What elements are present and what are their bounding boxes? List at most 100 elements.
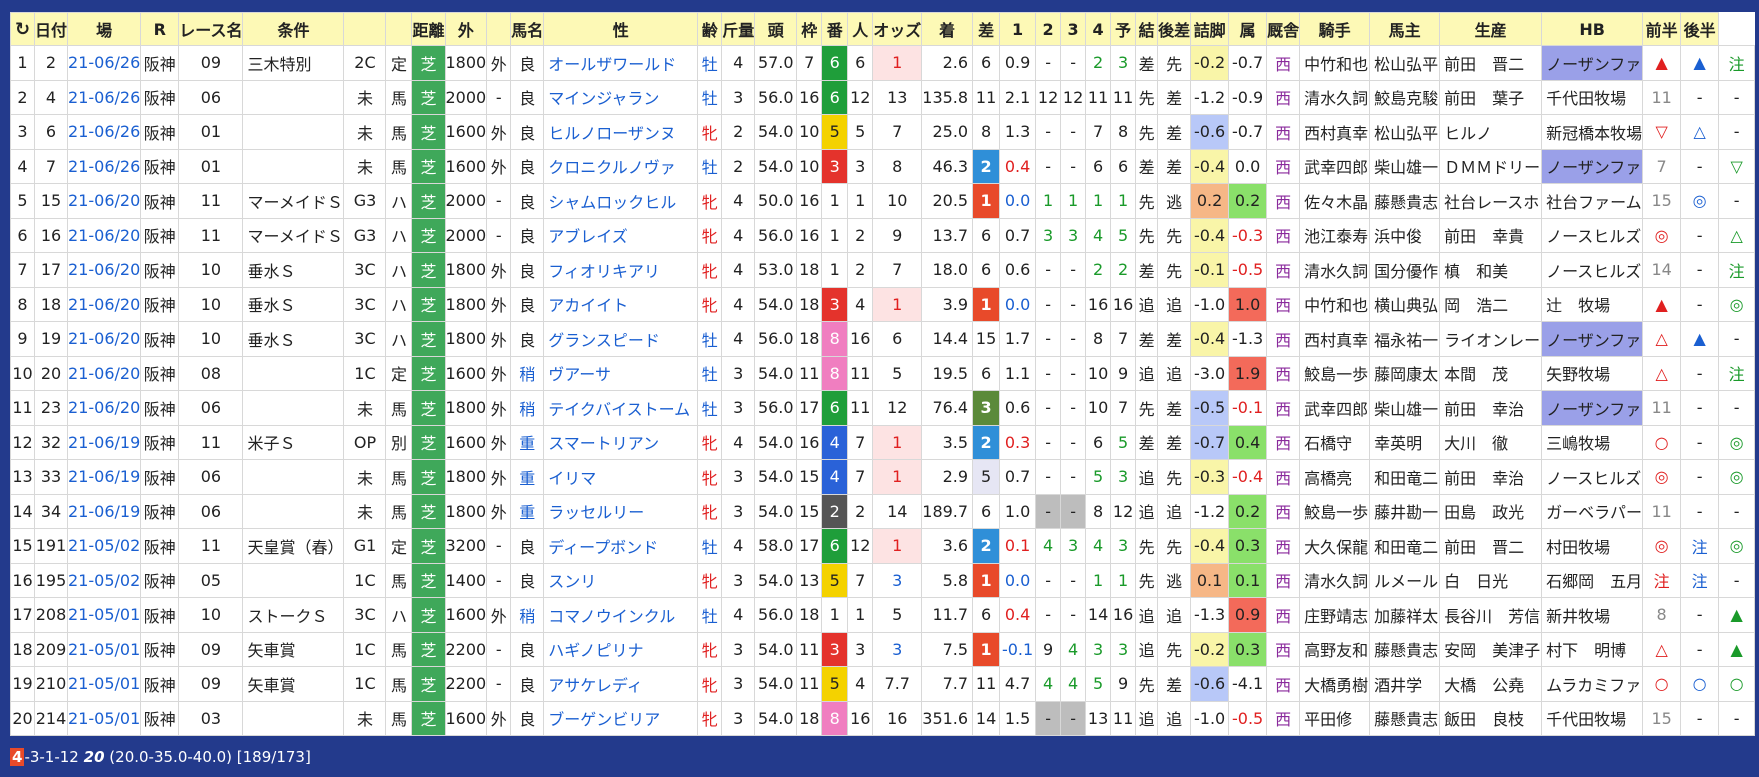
cell-race[interactable]: 垂水Ｓ xyxy=(242,286,345,322)
table-row[interactable]: 9 19 21-06/20 阪神 10 垂水Ｓ 3C ハ芝 1800 外良グランスピード牡 4 56.… xyxy=(10,321,1756,357)
table-row[interactable]: 2 4 21-06/26 阪神 06 未馬芝 2000- 良マインジャラン牡 3 56.0 16 6 1… xyxy=(10,79,1756,115)
cell-race[interactable]: ストークＳ xyxy=(242,597,345,633)
table-row[interactable]: 14 34 21-06/19 阪神 06 未馬芝 1800 外重ラッセルリー牝 3 54.0 15 2… xyxy=(10,493,1756,529)
cell-race[interactable] xyxy=(242,114,345,150)
column-header[interactable]: 属 xyxy=(1228,12,1268,46)
column-header[interactable]: 性 xyxy=(543,12,699,46)
column-header[interactable]: 頭 xyxy=(754,12,798,46)
cell-race[interactable] xyxy=(242,79,345,115)
cell-horse[interactable]: シャムロックヒル xyxy=(543,183,699,219)
cell-horse[interactable]: グランスピード xyxy=(543,321,699,357)
cell-race[interactable]: 矢車賞 xyxy=(242,666,345,702)
cell-after: -0.6 xyxy=(1190,114,1230,150)
cell-race[interactable] xyxy=(242,355,345,391)
cell-horse[interactable]: フィオリキアリ xyxy=(543,252,699,288)
table-row[interactable]: 1 2 21-06/26 阪神 09 三木特別 2C 定芝 1800 外良オールザワールド牡 4 57… xyxy=(10,45,1756,81)
column-header[interactable]: 日付 xyxy=(33,12,69,46)
column-header[interactable]: 馬主 xyxy=(1369,12,1441,46)
cell-horse[interactable]: ヴアーサ xyxy=(543,355,699,391)
table-row[interactable]: 8 18 21-06/20 阪神 10 垂水Ｓ 3C ハ芝 1800 外良アカイイト牝 4 54.0 1… xyxy=(10,286,1756,322)
cell-horse[interactable]: クロニクルノヴァ xyxy=(543,148,699,184)
cell-horse[interactable]: アブレイズ xyxy=(543,217,699,253)
column-header[interactable]: 外 xyxy=(444,12,488,46)
column-header[interactable]: 前半 xyxy=(1642,12,1682,46)
column-header[interactable]: 差 xyxy=(972,12,1001,46)
column-header[interactable]: 4 xyxy=(1085,12,1112,46)
column-header[interactable]: 予 xyxy=(1110,12,1137,46)
table-row[interactable]: 10 20 21-06/20 阪神 08 1C 定芝 1600 外稍ヴアーサ牡 3 54.0 11 8 1… xyxy=(10,355,1756,391)
cell-horse[interactable]: スンリ xyxy=(543,562,699,598)
table-row[interactable]: 6 16 21-06/20 阪神 11 マーメイドＳ G3 ハ芝 2000- 良アブレイズ牝 4 56… xyxy=(10,217,1756,253)
column-header[interactable]: 番 xyxy=(821,12,849,46)
table-row[interactable]: 20 214 21-05/01 阪神 03 未馬芝 1600 外良ブーゲンビリア牝 3 54.0 1… xyxy=(10,700,1756,736)
column-header[interactable]: 3 xyxy=(1060,12,1087,46)
cell-race[interactable]: マーメイドＳ xyxy=(242,217,345,253)
cell-race[interactable] xyxy=(242,148,345,184)
column-header[interactable]: 詰脚 xyxy=(1190,12,1230,46)
cell-race[interactable] xyxy=(242,493,345,529)
column-header[interactable]: オッズ xyxy=(872,12,923,46)
column-header[interactable]: 後半 xyxy=(1680,12,1720,46)
column-header[interactable] xyxy=(486,12,512,46)
column-header[interactable]: 場 xyxy=(67,12,142,46)
table-row[interactable]: 16 195 21-05/02 阪神 05 1C 馬芝 1400- 良スンリ牝 3 54.0 13 5 7… xyxy=(10,562,1756,598)
cell-race[interactable]: 三木特別 xyxy=(242,45,345,81)
column-header[interactable]: 斤量 xyxy=(721,12,756,46)
cell-horse[interactable]: テイクバイストーム xyxy=(543,390,699,426)
cell-horse[interactable]: イリマ xyxy=(543,459,699,495)
cell-horse[interactable]: ブーゲンビリア xyxy=(543,700,699,736)
cell-race[interactable]: 垂水Ｓ xyxy=(242,252,345,288)
column-header[interactable]: レース名 xyxy=(178,12,244,46)
cell-race[interactable]: 垂水Ｓ xyxy=(242,321,345,357)
cell-race[interactable]: 米子Ｓ xyxy=(242,424,345,460)
column-header[interactable]: HB xyxy=(1541,12,1644,46)
table-row[interactable]: 17 208 21-05/01 阪神 10 ストークＳ 3C ハ芝 1600 外稍コマノウインクル… xyxy=(10,597,1756,633)
cell-race[interactable] xyxy=(242,459,345,495)
column-header[interactable]: 騎手 xyxy=(1299,12,1371,46)
column-header[interactable]: 2 xyxy=(1035,12,1062,46)
column-header[interactable]: 齢 xyxy=(697,12,723,46)
column-header[interactable]: R xyxy=(140,12,180,46)
column-header[interactable]: 人 xyxy=(847,12,874,46)
cell-horse[interactable]: アカイイト xyxy=(543,286,699,322)
cell-horse[interactable]: ディープボンド xyxy=(543,528,699,564)
cell-horse[interactable]: マインジャラン xyxy=(543,79,699,115)
table-row[interactable]: 3 6 21-06/26 阪神 01 未馬芝 1600 外良ヒルノローザンヌ牝 2 54.0 10 5… xyxy=(10,114,1756,150)
column-header[interactable]: 後差 xyxy=(1157,12,1192,46)
cell-race[interactable] xyxy=(242,700,345,736)
cell-horse[interactable]: コマノウインクル xyxy=(543,597,699,633)
table-row[interactable]: 18 209 21-05/01 阪神 09 矢車賞 1C 馬芝 2200- 良ハギノピリナ牝 3 54… xyxy=(10,631,1756,667)
cell-race[interactable] xyxy=(242,390,345,426)
table-row[interactable]: 4 7 21-06/26 阪神 01 未馬芝 1600 外良クロニクルノヴァ牡 2 54.0 10 3… xyxy=(10,148,1756,184)
refresh-button[interactable]: ↻ xyxy=(10,12,35,46)
cell-horse[interactable]: スマートリアン xyxy=(543,424,699,460)
cell-race[interactable] xyxy=(242,562,345,598)
cell-horse[interactable]: オールザワールド xyxy=(543,45,699,81)
column-header[interactable]: 距離 xyxy=(411,12,446,46)
column-header[interactable]: 生産 xyxy=(1439,12,1543,46)
cell-horse[interactable]: ハギノピリナ xyxy=(543,631,699,667)
column-header[interactable] xyxy=(343,12,387,46)
cell-horse[interactable]: ラッセルリー xyxy=(543,493,699,529)
table-row[interactable]: 13 33 21-06/19 阪神 06 未馬芝 1800 外重イリマ牝 3 54.0 15 4 7 1 2… xyxy=(10,459,1756,495)
column-header[interactable]: 1 xyxy=(999,12,1037,46)
cell-race[interactable]: マーメイドＳ xyxy=(242,183,345,219)
column-header[interactable]: 結 xyxy=(1135,12,1159,46)
table-row[interactable]: 11 23 21-06/20 阪神 06 未馬芝 1800 外稍テイクバイストーム牡 3 56.0… xyxy=(10,390,1756,426)
cell-horse[interactable]: アサケレディ xyxy=(543,666,699,702)
cell-race[interactable]: 矢車賞 xyxy=(242,631,345,667)
column-header[interactable]: 着 xyxy=(921,12,974,46)
column-header[interactable]: 馬名 xyxy=(510,12,545,46)
cell-race[interactable]: 天皇賞（春） xyxy=(242,528,345,564)
column-header[interactable] xyxy=(385,12,413,46)
table-row[interactable]: 19 210 21-05/01 阪神 09 矢車賞 1C 馬芝 2200- 良アサケレディ牝 3 54… xyxy=(10,666,1756,702)
table-row[interactable]: 12 32 21-06/19 阪神 11 米子Ｓ OP 別芝 1600 外重スマートリアン牝 4 54… xyxy=(10,424,1756,460)
cell-p4: 16 xyxy=(1110,286,1137,322)
column-header[interactable]: 厩舎 xyxy=(1266,12,1301,46)
cell-horse[interactable]: ヒルノローザンヌ xyxy=(543,114,699,150)
column-header[interactable]: 条件 xyxy=(242,12,345,46)
table-row[interactable]: 5 15 21-06/20 阪神 11 マーメイドＳ G3 ハ芝 2000- 良シャムロックヒル牝… xyxy=(10,183,1756,219)
table-row[interactable]: 7 17 21-06/20 阪神 10 垂水Ｓ 3C ハ芝 1800 外良フィオリキアリ牝 4 53.… xyxy=(10,252,1756,288)
table-row[interactable]: 15 191 21-05/02 阪神 11 天皇賞（春） G1 定芝 3200- 良ディープボンド… xyxy=(10,528,1756,564)
column-header[interactable]: 枠 xyxy=(796,12,823,46)
